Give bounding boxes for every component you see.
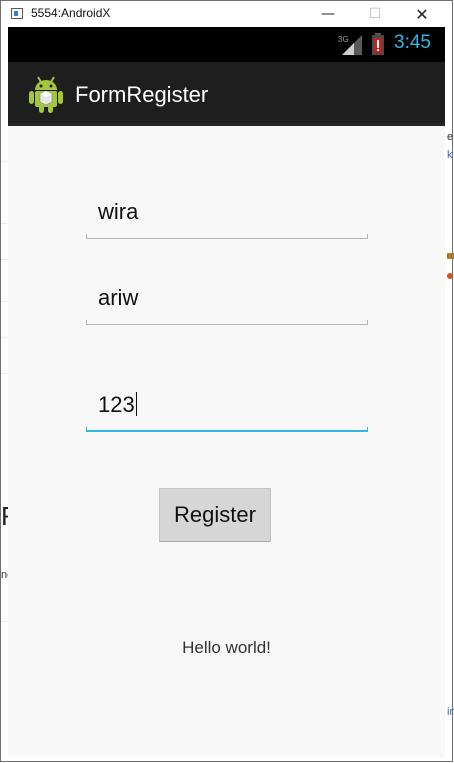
field-underline — [86, 320, 368, 325]
register-button[interactable]: Register — [159, 488, 271, 542]
password-field[interactable]: 123 — [86, 392, 368, 432]
bg-divider — [1, 337, 7, 338]
password-field-content: 123 — [98, 392, 137, 418]
bg-marker — [447, 273, 453, 279]
emulator-window: 5554:AndroidX — ☐ ✕ e k in R ne 3G — [0, 0, 454, 762]
android-robot-icon[interactable] — [28, 75, 64, 113]
password-field-value: 123 — [98, 392, 135, 417]
bg-text: e — [447, 131, 454, 143]
bg-divider — [1, 161, 7, 162]
action-bar: FormRegister — [8, 62, 445, 126]
bg-divider — [1, 301, 7, 302]
field-underline — [86, 427, 368, 432]
status-clock: 3:45 — [394, 32, 431, 53]
hello-message: Hello world! — [182, 638, 271, 657]
bg-link: in — [447, 706, 454, 718]
bg-marker — [447, 253, 454, 259]
bg-divider — [1, 373, 7, 374]
bg-divider — [1, 621, 7, 622]
bg-divider — [1, 223, 7, 224]
minimize-button[interactable]: — — [305, 1, 351, 27]
form-content: wira ariw 123 Register Hello world! — [8, 126, 445, 757]
name-field[interactable]: wira — [86, 199, 368, 239]
window-app-icon — [11, 8, 23, 19]
name-field-value: wira — [98, 199, 139, 224]
app-title: FormRegister — [75, 82, 209, 107]
window-title: 5554:AndroidX — [31, 6, 111, 20]
bg-divider — [1, 259, 7, 260]
field-underline — [86, 234, 368, 239]
battery-alert-icon — [372, 33, 384, 55]
username-field-value: ariw — [98, 285, 139, 310]
bg-link: k — [447, 149, 453, 161]
signal-3g-icon: 3G — [338, 35, 362, 55]
close-button[interactable]: ✕ — [399, 1, 445, 27]
window-titlebar[interactable]: 5554:AndroidX — ☐ ✕ — [1, 1, 452, 27]
android-screen: 3G 3:45 FormRegister wira ariw 123 Regis… — [8, 27, 445, 757]
status-bar: 3G 3:45 — [8, 27, 445, 62]
svg-text:3G: 3G — [338, 35, 349, 44]
text-cursor — [135, 392, 137, 416]
maximize-button[interactable]: ☐ — [352, 1, 398, 27]
username-field[interactable]: ariw — [86, 285, 368, 325]
